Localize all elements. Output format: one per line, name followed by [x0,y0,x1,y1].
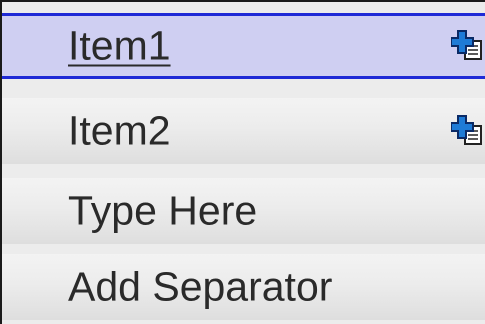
menu-item-item2[interactable]: Item2 [2,98,485,164]
menu-item-item1[interactable]: Item1 [2,13,485,79]
add-submenu-icon[interactable] [451,29,485,63]
menu-item-type-here[interactable]: Type Here [2,178,485,244]
menu-item-label: Add Separator [68,263,333,310]
menu-item-label: Item2 [68,107,171,154]
menu-item-add-separator[interactable]: Add Separator [2,254,485,320]
menu-editor: Item1 Item2 Type Here Add Separator [0,0,485,324]
add-submenu-icon[interactable] [451,114,485,148]
menu-item-label: Type Here [68,187,258,234]
menu-item-label: Item1 [68,22,171,69]
